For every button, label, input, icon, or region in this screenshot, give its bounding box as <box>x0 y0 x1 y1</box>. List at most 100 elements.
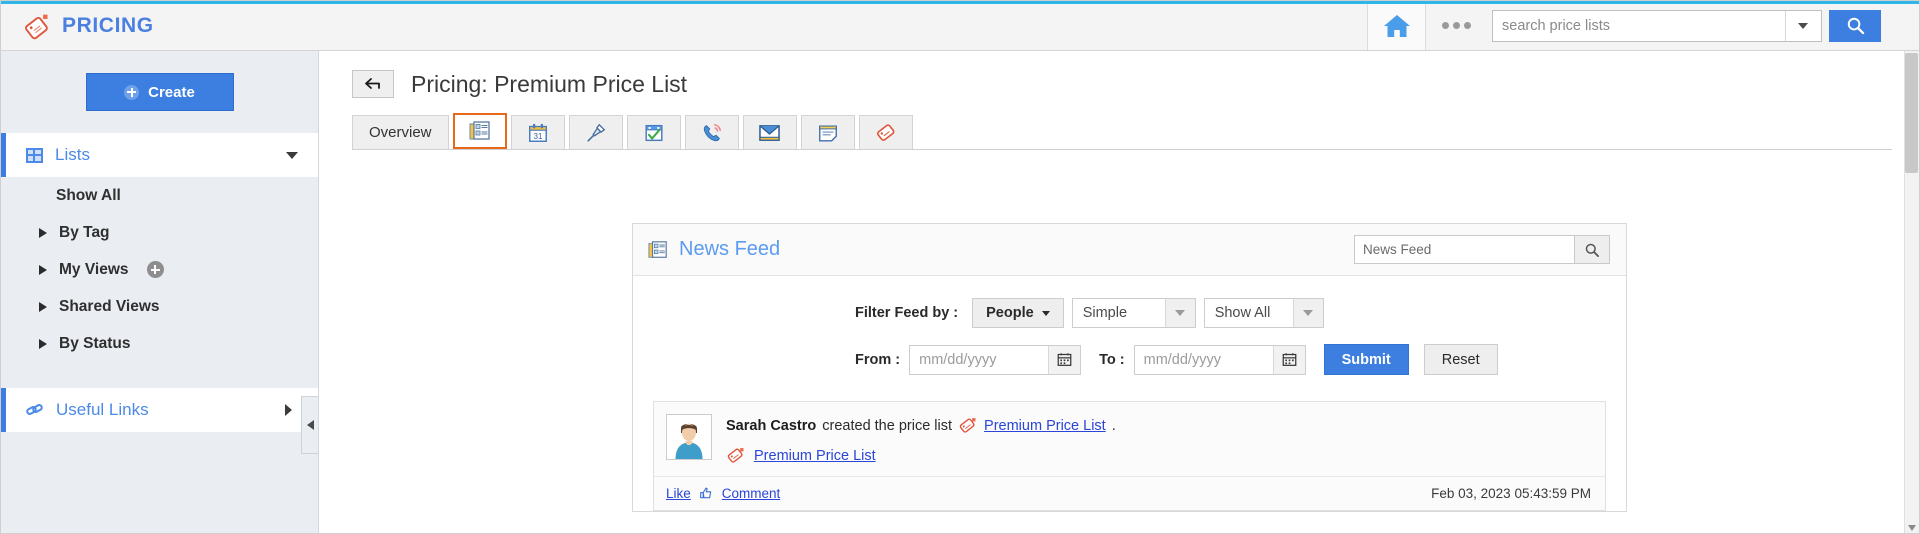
sidebar-collapse-handle[interactable] <box>301 396 318 454</box>
chevron-right-icon <box>39 227 47 238</box>
sidebar-item-label: My Views <box>59 260 129 278</box>
chevron-right-icon[interactable] <box>285 404 298 416</box>
more-dots-icon <box>1463 22 1471 29</box>
tab-overview-label: Overview <box>369 124 432 141</box>
from-date-field[interactable] <box>909 344 1082 375</box>
tab-note[interactable] <box>800 115 855 149</box>
to-date-field[interactable] <box>1133 344 1306 375</box>
chevron-right-icon <box>39 338 47 349</box>
more-options-button[interactable] <box>1426 1 1486 50</box>
filter-scope-arrow[interactable] <box>1292 299 1323 327</box>
news-feed-title: News Feed <box>679 238 781 260</box>
news-feed-search-input[interactable] <box>1354 235 1574 264</box>
back-button[interactable] <box>352 70 394 98</box>
news-feed-search-button[interactable] <box>1574 235 1610 264</box>
calendar-icon: 31 <box>528 123 547 142</box>
sidebar-item-label: By Tag <box>59 223 110 241</box>
news-feed-panel: News Feed Filter Feed by : People <box>632 223 1627 512</box>
from-date-input[interactable] <box>910 345 1049 374</box>
date-filter-row: From : mm/dd/yyyy To: mm/dd/yyyy Submit… <box>855 328 1626 375</box>
arrow-down-icon <box>1303 310 1314 316</box>
news-feed-icon <box>469 121 490 140</box>
feed-item-footer: Like Comment Feb 03, 2023 05:43:59 PM <box>654 476 1605 510</box>
scrollbar-thumb[interactable] <box>1905 53 1918 173</box>
filter-row: Filter Feed by : People Simple Show All <box>855 276 1626 328</box>
search-dropdown-button[interactable] <box>1785 10 1819 41</box>
top-header-bar: PRICING <box>1 1 1919 51</box>
from-label: From : <box>855 351 901 368</box>
reset-button[interactable]: Reset <box>1423 344 1498 375</box>
tab-news-feed[interactable] <box>452 113 507 149</box>
more-dots-icon <box>1441 22 1449 29</box>
vertical-scrollbar[interactable] <box>1904 51 1919 533</box>
back-arrow-icon <box>365 78 380 89</box>
search-input[interactable] <box>1493 10 1785 41</box>
feed-timestamp: Feb 03, 2023 05:43:59 PM <box>1431 486 1591 501</box>
feed-item-text: Sarah Castro created the price list Prem… <box>726 414 1593 466</box>
chevron-down-icon <box>1797 22 1808 29</box>
filter-people-button[interactable]: People <box>972 298 1064 328</box>
filter-type-value: Simple <box>1082 305 1128 321</box>
sidebar-item-lists[interactable]: Lists <box>1 133 318 177</box>
thumbs-up-icon[interactable] <box>699 486 714 501</box>
sidebar-item-show-all[interactable]: Show All <box>1 177 318 214</box>
svg-text:31: 31 <box>533 131 542 140</box>
to-label: To : <box>1099 351 1125 368</box>
search-icon <box>1847 17 1864 35</box>
home-icon <box>1383 14 1410 37</box>
price-tag-icon <box>959 418 976 433</box>
filter-type-arrow[interactable] <box>1164 299 1195 327</box>
chevron-down-icon[interactable] <box>286 152 298 159</box>
tab-pin[interactable] <box>568 115 623 149</box>
sidebar-item-lists-label: Lists <box>55 145 90 164</box>
create-button-label: Create <box>148 83 195 101</box>
tab-calendar[interactable]: 31 <box>510 115 565 149</box>
chevron-right-icon <box>39 301 47 312</box>
filter-scope-select[interactable]: Show All <box>1203 298 1324 328</box>
attachment-icon <box>876 123 894 141</box>
from-calendar-button[interactable] <box>1048 345 1081 374</box>
create-button[interactable]: Create <box>85 73 234 111</box>
tab-attachment[interactable] <box>858 115 913 149</box>
comment-button[interactable]: Comment <box>722 486 781 501</box>
task-icon <box>644 124 663 141</box>
tab-bar: Overview 31 <box>352 112 1892 150</box>
link-icon <box>25 402 44 417</box>
chevron-right-icon <box>39 264 47 275</box>
add-view-button[interactable] <box>146 261 164 278</box>
tab-email[interactable] <box>742 115 797 149</box>
note-icon <box>818 124 837 141</box>
submit-button[interactable]: Submit <box>1323 344 1409 375</box>
global-search-box[interactable] <box>1492 9 1822 42</box>
grid-icon <box>26 147 43 163</box>
sidebar-item-shared-views[interactable]: Shared Views <box>1 288 318 325</box>
to-calendar-button[interactable] <box>1272 345 1305 374</box>
search-submit-button[interactable] <box>1829 9 1881 42</box>
sidebar-item-useful-links[interactable]: Useful Links <box>1 388 318 432</box>
feed-author: Sarah Castro <box>726 418 817 434</box>
to-date-input[interactable] <box>1134 345 1273 374</box>
feed-link-price-list[interactable]: Premium Price List <box>984 418 1106 434</box>
home-button[interactable] <box>1368 1 1426 50</box>
sidebar-item-my-views[interactable]: My Views <box>1 251 318 288</box>
like-button[interactable]: Like <box>666 486 691 501</box>
filter-type-select[interactable]: Simple <box>1071 298 1196 328</box>
avatar <box>666 414 712 460</box>
sidebar-item-useful-links-label: Useful Links <box>56 400 149 419</box>
plus-circle-icon <box>124 84 140 100</box>
feed-secondary-link[interactable]: Premium Price List <box>754 448 876 464</box>
sidebar-item-by-status[interactable]: By Status <box>1 325 318 362</box>
tab-call[interactable] <box>684 115 739 149</box>
global-search-area <box>1492 9 1881 42</box>
sidebar-item-label: Show All <box>56 186 121 204</box>
sidebar-item-by-tag[interactable]: By Tag <box>1 214 318 251</box>
scroll-down-arrow-icon[interactable] <box>1908 525 1916 531</box>
tab-overview[interactable]: Overview <box>352 115 449 149</box>
price-tag-icon <box>727 448 744 463</box>
page-header: Pricing: Premium Price List <box>320 51 1919 98</box>
pin-icon <box>586 123 605 142</box>
caret-down-icon <box>1041 310 1050 316</box>
tab-task[interactable] <box>626 115 681 149</box>
calendar-icon <box>1057 353 1072 366</box>
feed-period: . <box>1111 418 1116 434</box>
